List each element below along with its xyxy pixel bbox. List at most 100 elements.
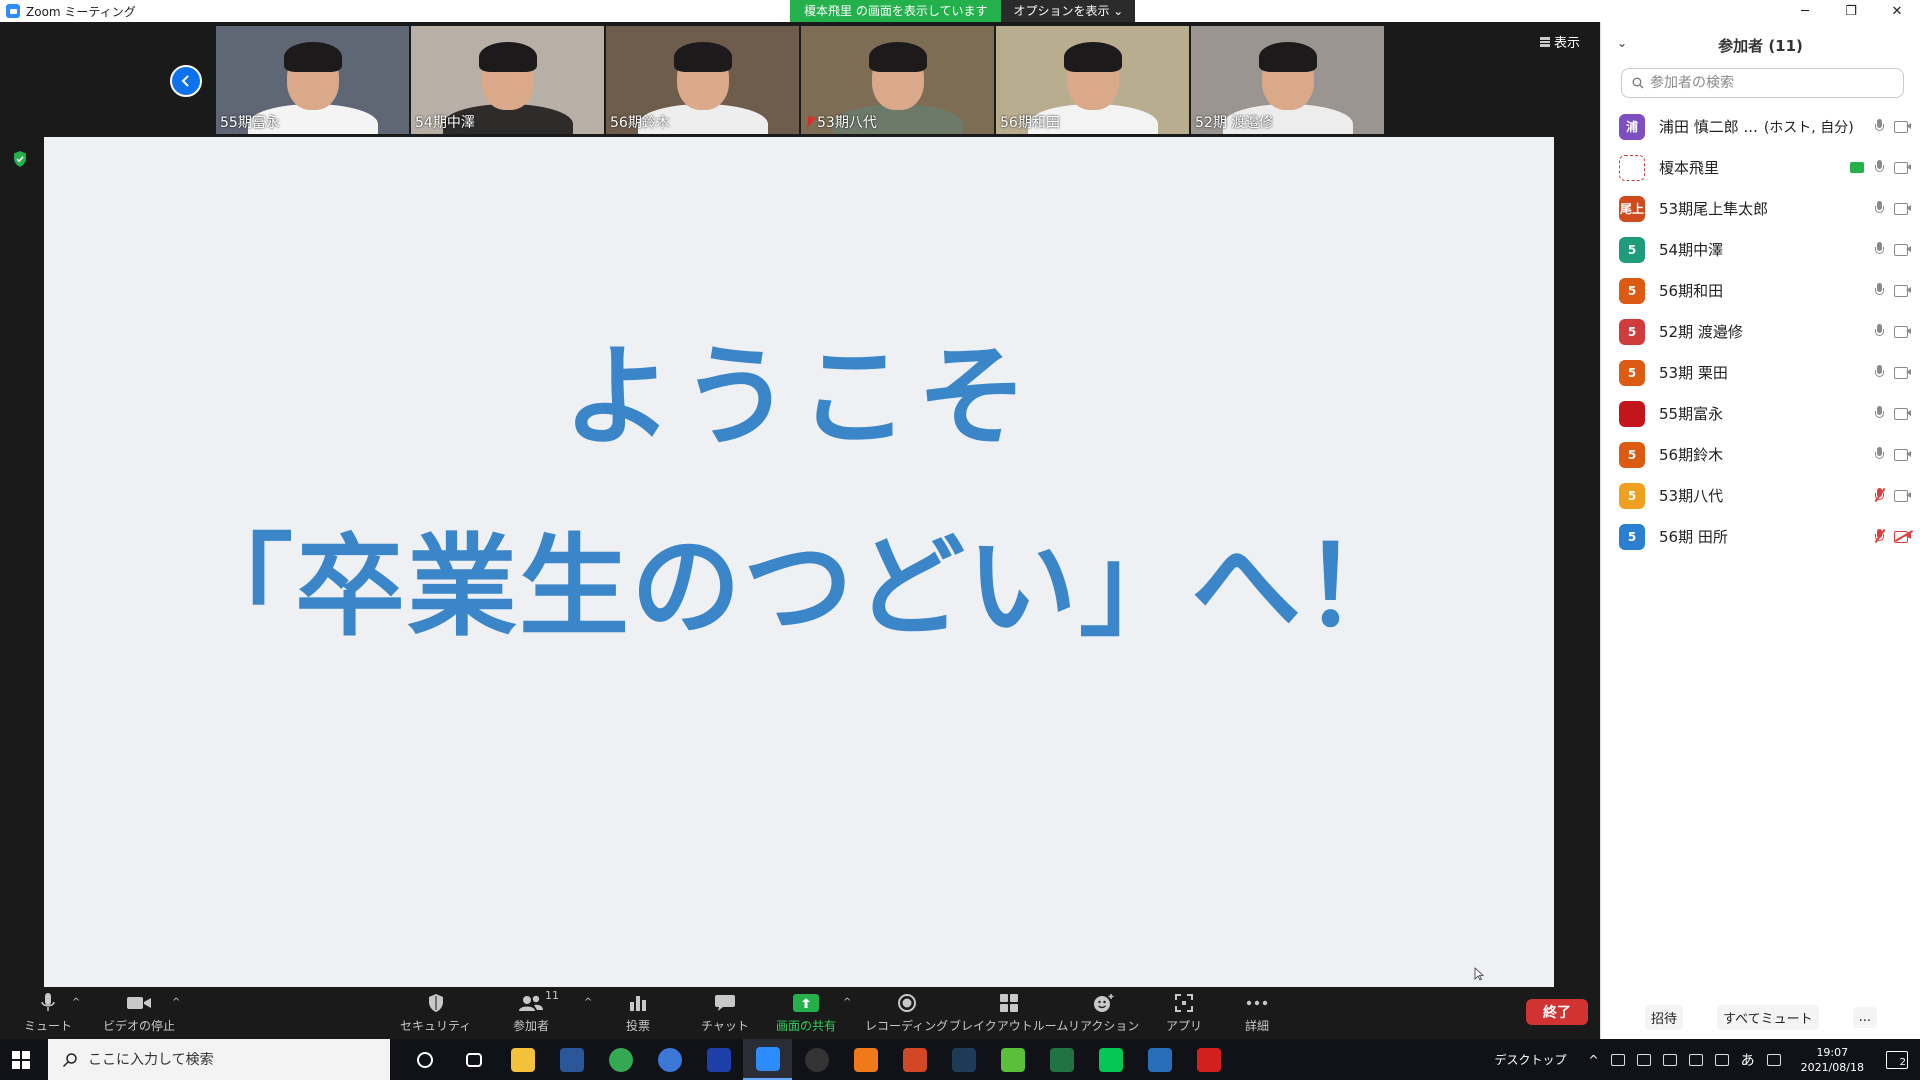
mic-icon[interactable]	[1874, 159, 1884, 175]
windows-start-icon[interactable]	[12, 1051, 30, 1069]
taskbar-app-acrobat[interactable]	[1184, 1039, 1233, 1080]
taskbar-app-clover[interactable]	[988, 1039, 1037, 1080]
taskbar-app-photos[interactable]	[1135, 1039, 1184, 1080]
video-tile[interactable]: 56期鈴木	[606, 26, 799, 134]
gallery-prev-button[interactable]	[170, 65, 202, 97]
view-button[interactable]: 表示	[1540, 32, 1580, 51]
participant-row[interactable]: 5 56期鈴木	[1601, 434, 1920, 475]
security-tray-icon[interactable]	[1766, 1053, 1781, 1066]
security-button[interactable]: セキュリティ	[400, 991, 471, 1034]
volume-icon[interactable]	[1688, 1053, 1703, 1066]
reactions-button[interactable]: リアクション	[1068, 991, 1139, 1034]
participant-row[interactable]: 5 54期中澤	[1601, 229, 1920, 270]
tray-mic-icon[interactable]	[1636, 1053, 1651, 1066]
tray-expand-chevron-icon[interactable]: ^	[1589, 1053, 1599, 1067]
participants-options-caret[interactable]: ^	[584, 997, 592, 1008]
video-tile[interactable]: 54期中澤	[411, 26, 604, 134]
mic-icon[interactable]	[1874, 241, 1884, 257]
panel-more-button[interactable]: ...	[1852, 1006, 1877, 1028]
taskbar-app-excel[interactable]	[1037, 1039, 1086, 1080]
audio-options-caret[interactable]: ^	[72, 997, 80, 1008]
participants-button[interactable]: 11 参加者	[513, 989, 559, 1034]
search-icon	[1632, 77, 1644, 89]
taskbar-app-word[interactable]	[547, 1039, 596, 1080]
chat-button[interactable]: チャット	[701, 991, 749, 1034]
minimize-button[interactable]: ─	[1782, 0, 1828, 22]
taskbar-app-line[interactable]	[1086, 1039, 1135, 1080]
participant-row[interactable]: 5 56期 田所	[1601, 516, 1920, 557]
mic-icon[interactable]	[1874, 200, 1884, 216]
video-tile[interactable]: 53期八代	[801, 26, 994, 134]
taskbar-search-input[interactable]	[88, 1051, 368, 1068]
video-tile[interactable]: 56期和田	[996, 26, 1189, 134]
participant-row[interactable]: 5 52期 渡邉修	[1601, 311, 1920, 352]
participant-row[interactable]: 榎本飛里	[1601, 147, 1920, 188]
taskbar-search-box	[48, 1039, 390, 1080]
mic-icon[interactable]	[1874, 364, 1884, 380]
system-clock[interactable]: 19:07 2021/08/18	[1801, 1045, 1864, 1075]
video-options-caret[interactable]: ^	[172, 997, 180, 1008]
share-screen-button[interactable]: 画面の共有	[776, 991, 836, 1034]
encryption-shield-icon[interactable]	[12, 150, 28, 168]
participant-row[interactable]: 浦浦田 慎二郎 ... (ホスト, 自分)	[1601, 106, 1920, 147]
desktop-toolbar-label[interactable]: デスクトップ	[1495, 1051, 1567, 1068]
record-label: レコーディング	[865, 1019, 949, 1033]
video-tile[interactable]: 55期富永	[216, 26, 409, 134]
taskbar-app-tan[interactable]	[694, 1039, 743, 1080]
participant-row[interactable]: 5 53期八代	[1601, 475, 1920, 516]
apps-button[interactable]: アプリ	[1166, 991, 1202, 1034]
camera-icon	[1894, 202, 1912, 215]
mute-button[interactable]: ミュート	[24, 991, 72, 1034]
record-button[interactable]: レコーディング	[865, 991, 948, 1034]
tray-app-icon[interactable]	[1610, 1053, 1625, 1066]
taskbar-app-chrome[interactable]	[596, 1039, 645, 1080]
participant-row[interactable]: 55期富永	[1601, 393, 1920, 434]
participant-row[interactable]: 尾上 53期尾上隼太郎	[1601, 188, 1920, 229]
taskbar-app-cortana[interactable]	[400, 1039, 449, 1080]
mic-icon[interactable]	[1874, 405, 1884, 421]
video-tile[interactable]: 52期 渡邉修	[1191, 26, 1384, 134]
notification-center-icon[interactable]: 2	[1886, 1050, 1908, 1069]
mic-muted-icon[interactable]	[1874, 487, 1886, 503]
stop-video-button[interactable]: ビデオの停止	[103, 991, 175, 1034]
mic-icon[interactable]	[1874, 323, 1884, 339]
taskbar-app-app-blue[interactable]	[645, 1039, 694, 1080]
taskbar-app-media[interactable]	[792, 1039, 841, 1080]
participant-hair	[868, 42, 927, 72]
onedrive-cloud-icon[interactable]	[1714, 1053, 1729, 1066]
mic-muted-icon[interactable]	[1874, 528, 1886, 544]
ime-indicator[interactable]: あ	[1741, 1050, 1755, 1070]
participant-status-icons	[1850, 159, 1912, 175]
taskbar-app-explorer[interactable]	[498, 1039, 547, 1080]
participant-row[interactable]: 5 53期 栗田	[1601, 352, 1920, 393]
mute-all-button[interactable]: すべてミュート	[1717, 1004, 1819, 1030]
restore-button[interactable]: ❐	[1828, 0, 1874, 22]
share-screen-label: 画面の共有	[776, 1019, 837, 1033]
participant-search-input[interactable]	[1650, 75, 1890, 91]
participant-row[interactable]: 5 56期和田	[1601, 270, 1920, 311]
taskbar-app-search-app[interactable]	[841, 1039, 890, 1080]
participant-avatar: 尾上	[1619, 195, 1645, 222]
end-meeting-button[interactable]: 終了	[1526, 999, 1588, 1025]
taskbar-app-app-dark[interactable]	[939, 1039, 988, 1080]
taskbar-app-powerpoint[interactable]	[890, 1039, 939, 1080]
taskbar-app-task-view[interactable]	[449, 1039, 498, 1080]
network-icon[interactable]	[1662, 1053, 1677, 1066]
mic-icon[interactable]	[1874, 118, 1884, 134]
share-options-caret[interactable]: ^	[843, 997, 851, 1008]
polls-button[interactable]: 投票	[626, 991, 650, 1034]
mic-icon[interactable]	[1874, 446, 1884, 462]
collapse-panel-chevron-icon[interactable]: ⌄	[1617, 36, 1627, 50]
video-tile-name-text: 55期富永	[220, 115, 280, 131]
search-app-icon	[853, 1047, 878, 1072]
taskbar-app-zoom[interactable]	[743, 1039, 792, 1080]
participant-name: 56期和田	[1659, 282, 1724, 300]
close-button[interactable]: ✕	[1874, 0, 1920, 22]
mic-icon[interactable]	[1874, 282, 1884, 298]
more-button[interactable]: 詳細	[1245, 991, 1269, 1034]
breakout-rooms-button[interactable]: ブレイクアウトルーム	[949, 991, 1068, 1034]
invite-button[interactable]: 招待	[1645, 1004, 1684, 1030]
view-options-button[interactable]: オプションを表示 ⌄	[1001, 0, 1136, 22]
taskbar-apps	[400, 1039, 1233, 1080]
participant-avatar: 5	[1619, 359, 1645, 386]
